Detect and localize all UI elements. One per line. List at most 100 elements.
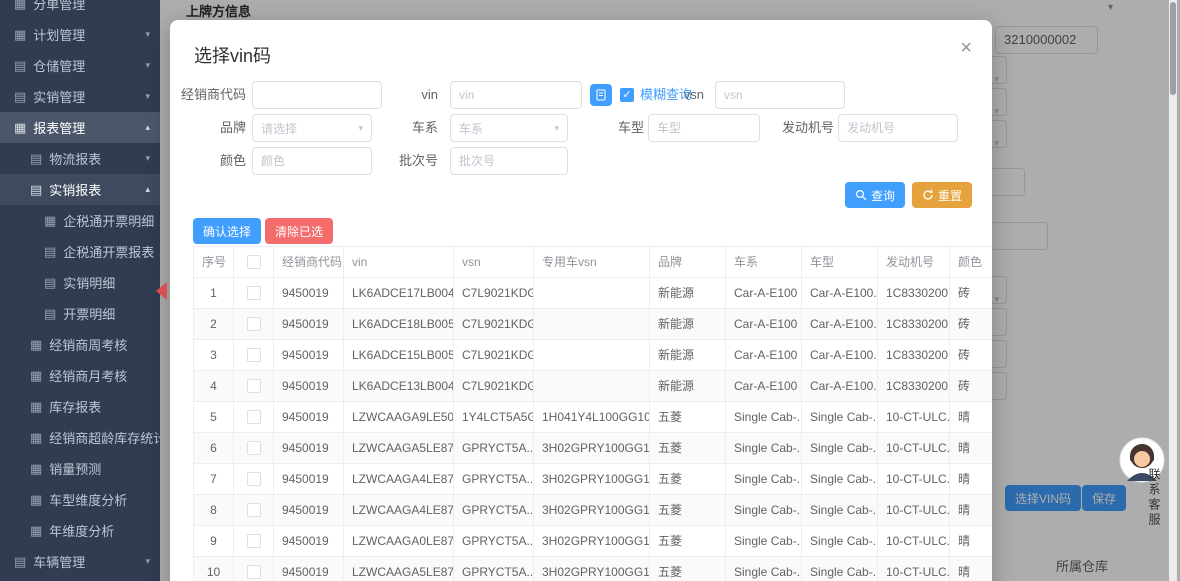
table-row: 6 9450019 LZWCAAGA5LE8758... GPRYCT5A...… xyxy=(194,433,992,464)
table-row: 10 9450019 LZWCAAGA5LE8758... GPRYCT5A..… xyxy=(194,557,992,581)
sidebar-item-billing-detail[interactable]: ▤ 开票明细 xyxy=(0,298,160,329)
clear-selection-button[interactable]: 清除已选 xyxy=(265,218,334,244)
sidebar-item-plan[interactable]: ▦ 计划管理 ▾ xyxy=(0,19,160,50)
sidebar-item-year-analysis[interactable]: ▦ 年维度分析 xyxy=(0,515,160,546)
cell-vin: LZWCAAGA4LE8758... xyxy=(344,464,454,495)
cell-checkbox xyxy=(234,340,274,371)
table-row: 5 9450019 LZWCAAGA9LE5059... 1Y4LCT5A5G … xyxy=(194,402,992,433)
dealer-code-input[interactable] xyxy=(252,81,382,109)
sidebar-item-label: 实销管理 xyxy=(33,90,86,105)
row-checkbox[interactable] xyxy=(246,410,261,424)
cell-model: Single Cab-... xyxy=(802,433,878,464)
header-checkbox-cell xyxy=(234,247,274,278)
row-checkbox[interactable] xyxy=(246,565,261,579)
sidebar-item-vehicle[interactable]: ▤ 车辆管理 ▾ xyxy=(0,546,160,577)
engine-input[interactable] xyxy=(838,114,958,142)
cell-brand: 五菱 xyxy=(650,557,726,581)
sidebar-item-order-split[interactable]: ▦ 分单管理 xyxy=(0,0,160,19)
cell-engine: 1C8330200... xyxy=(878,309,950,340)
sidebar-item-label: 经销商超龄库存统计 xyxy=(49,431,167,446)
select-all-checkbox[interactable] xyxy=(246,255,261,269)
sidebar-collapse-handle[interactable] xyxy=(156,282,167,300)
brand-select[interactable]: 请选择 ▾ xyxy=(252,114,372,142)
vin-label: vin xyxy=(421,87,438,102)
sidebar-item-sales[interactable]: ▤ 实销管理 ▾ xyxy=(0,81,160,112)
row-checkbox[interactable] xyxy=(246,286,261,300)
row-checkbox[interactable] xyxy=(246,534,261,548)
sidebar-item-logistics-report[interactable]: ▤ 物流报表 ▾ xyxy=(0,143,160,174)
model-input[interactable] xyxy=(648,114,760,142)
paste-list-button[interactable] xyxy=(590,84,612,106)
sidebar-item-invoice-report[interactable]: ▤ 企税通开票报表 xyxy=(0,236,160,267)
sidebar-item-sales-forecast[interactable]: ▦ 销量预测 xyxy=(0,453,160,484)
sidebar-item-dealer-monthly[interactable]: ▦ 经销商月考核 xyxy=(0,360,160,391)
sidebar-item-sales-detail[interactable]: ▤ 实销明细 xyxy=(0,267,160,298)
cell-color: 砖 xyxy=(950,371,992,402)
cell-engine: 1C8330200... xyxy=(878,278,950,309)
grid-icon: ▦ xyxy=(30,429,43,445)
cell-brand: 五菱 xyxy=(650,402,726,433)
sidebar-item-partial[interactable]: ▤ xyxy=(0,577,160,581)
cell-index: 3 xyxy=(194,340,234,371)
row-checkbox[interactable] xyxy=(246,379,261,393)
table-header: 序号 经销商代码 vin vsn 专用车vsn 品牌 车系 车型 发动机号 颜色 xyxy=(194,247,992,278)
cell-model: Single Cab-... xyxy=(802,526,878,557)
row-checkbox[interactable] xyxy=(246,472,261,486)
cell-vsn: GPRYCT5A... xyxy=(454,464,534,495)
document-icon xyxy=(596,89,606,101)
sidebar-item-model-analysis[interactable]: ▦ 车型维度分析 xyxy=(0,484,160,515)
cell-engine: 10-CT-ULC... xyxy=(878,402,950,433)
cell-color: 砖 xyxy=(950,309,992,340)
cell-model: Car-A-E100... xyxy=(802,309,878,340)
confirm-selection-button[interactable]: 确认选择 xyxy=(193,218,262,244)
sidebar-item-label: 经销商月考核 xyxy=(49,369,128,384)
cell-index: 9 xyxy=(194,526,234,557)
cell-series: Single Cab-... xyxy=(726,557,802,581)
sidebar-item-sales-report[interactable]: ▤ 实销报表 ▴ xyxy=(0,174,160,205)
sidebar-item-invoice-detail[interactable]: ▦ 企税通开票明细 xyxy=(0,205,160,236)
header-special-vsn: 专用车vsn xyxy=(534,247,650,278)
vsn-input[interactable] xyxy=(715,81,845,109)
fuzzy-query-checkbox[interactable]: ✓ xyxy=(620,88,634,102)
row-checkbox[interactable] xyxy=(246,317,261,331)
row-checkbox[interactable] xyxy=(246,348,261,362)
cell-engine: 1C8330200... xyxy=(878,371,950,402)
batch-label: 批次号 xyxy=(398,153,438,168)
scrollbar-thumb[interactable] xyxy=(1170,2,1176,95)
cell-engine: 10-CT-ULC... xyxy=(878,526,950,557)
vin-table: 序号 经销商代码 vin vsn 专用车vsn 品牌 车系 车型 发动机号 颜色… xyxy=(193,246,992,581)
cell-series: Car-A-E100 xyxy=(726,278,802,309)
sidebar-item-label: 实销报表 xyxy=(49,183,102,198)
cell-dealer-code: 9450019 xyxy=(274,371,344,402)
customer-service-label[interactable]: 联系客服 xyxy=(1146,468,1163,528)
color-input[interactable] xyxy=(252,147,372,175)
table-row: 4 9450019 LK6ADCE13LB004167 C7L9021KDG 新… xyxy=(194,371,992,402)
search-button[interactable]: 查询 xyxy=(845,182,906,208)
cell-index: 2 xyxy=(194,309,234,340)
sidebar-item-overage-inventory[interactable]: ▦ 经销商超龄库存统计 xyxy=(0,422,166,453)
scrollbar-track[interactable] xyxy=(1169,0,1177,581)
vin-input[interactable] xyxy=(450,81,582,109)
cell-brand: 新能源 xyxy=(650,278,726,309)
batch-input[interactable] xyxy=(450,147,568,175)
grid-icon: ▦ xyxy=(30,336,43,352)
cell-brand: 五菱 xyxy=(650,464,726,495)
cell-color: 晴 xyxy=(950,557,992,581)
sidebar-item-reports[interactable]: ▦ 报表管理 ▴ xyxy=(0,112,160,143)
sidebar-item-label: 年维度分析 xyxy=(49,524,115,539)
sidebar-item-warehouse[interactable]: ▤ 仓储管理 ▾ xyxy=(0,50,160,81)
sidebar-item-inventory-report[interactable]: ▦ 库存报表 xyxy=(0,391,160,422)
row-checkbox[interactable] xyxy=(246,503,261,517)
row-checkbox[interactable] xyxy=(246,441,261,455)
grid-icon: ▦ xyxy=(44,212,57,228)
sidebar-item-dealer-weekly[interactable]: ▦ 经销商周考核 xyxy=(0,329,160,360)
refresh-icon xyxy=(923,189,933,200)
close-icon[interactable]: × xyxy=(960,38,972,58)
cell-model: Single Cab-... xyxy=(802,464,878,495)
series-select[interactable]: 车系 ▾ xyxy=(450,114,568,142)
cell-index: 7 xyxy=(194,464,234,495)
sidebar-item-label: 库存报表 xyxy=(49,400,102,415)
reset-button[interactable]: 重置 xyxy=(912,182,973,208)
cell-dealer-code: 9450019 xyxy=(274,557,344,581)
header-vin: vin xyxy=(344,247,454,278)
